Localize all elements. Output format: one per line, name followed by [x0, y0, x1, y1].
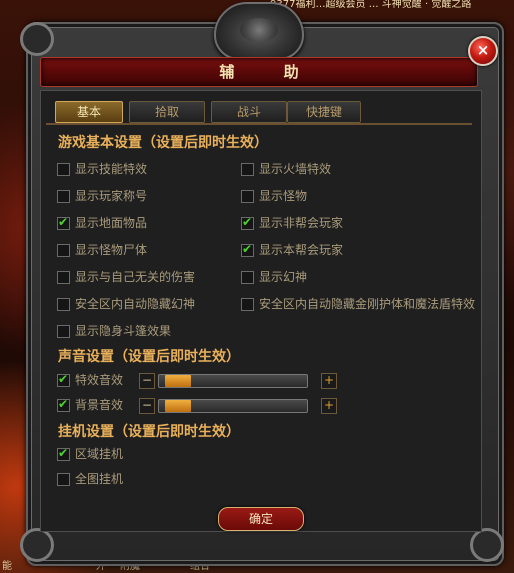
tab-divider — [46, 123, 472, 125]
option-label: 显示隐身斗篷效果 — [75, 324, 172, 338]
hud-label: 能 — [2, 561, 12, 572]
checkbox[interactable] — [241, 271, 254, 284]
tab-basic[interactable]: 基本 — [55, 101, 123, 123]
option-label: 背景音效 — [75, 398, 124, 412]
option-label: 显示怪物 — [259, 189, 308, 203]
checkbox[interactable] — [57, 190, 70, 203]
checkbox[interactable] — [57, 244, 70, 257]
checkbox[interactable] — [57, 271, 70, 284]
dialog-title: 辅 助 — [219, 63, 321, 81]
tab-pickup[interactable]: 拾取 — [129, 101, 205, 123]
sound-settings-title: 声音设置（设置后即时生效） — [58, 349, 240, 365]
option-label: 显示与自己无关的伤害 — [75, 270, 196, 284]
checkbox[interactable] — [241, 298, 254, 311]
slider-thumb[interactable] — [165, 400, 191, 412]
checkbox[interactable] — [57, 397, 70, 412]
volume-increase-button[interactable]: + — [321, 398, 337, 414]
option-label: 安全区内自动隐藏幻神 — [75, 297, 196, 311]
checkbox[interactable] — [57, 372, 70, 387]
option-label: 显示幻神 — [259, 270, 308, 284]
bgm-volume-slider[interactable] — [158, 399, 308, 413]
volume-increase-button[interactable]: + — [321, 373, 337, 389]
volume-decrease-button[interactable]: − — [139, 398, 155, 414]
checkbox[interactable] — [57, 298, 70, 311]
option-label: 显示技能特效 — [75, 162, 148, 176]
close-button[interactable]: × — [468, 36, 498, 66]
checkbox[interactable] — [57, 473, 70, 486]
dialog-title-bar[interactable]: 辅 助 — [40, 57, 478, 87]
frame-ornament — [20, 528, 54, 562]
checkbox[interactable] — [241, 163, 254, 176]
option-label: 显示地面物品 — [75, 216, 148, 230]
basic-settings-title: 游戏基本设置（设置后即时生效） — [58, 135, 268, 151]
option-label: 显示怪物尸体 — [75, 243, 148, 257]
option-label: 显示火墙特效 — [259, 162, 332, 176]
option-label: 显示本帮会玩家 — [259, 243, 344, 257]
confirm-button[interactable]: 确定 — [218, 507, 304, 531]
checkbox[interactable] — [241, 215, 254, 230]
checkbox[interactable] — [57, 446, 70, 461]
effects-volume-row: 特效音效 − + — [57, 371, 347, 389]
idle-settings-title: 挂机设置（设置后即时生效） — [58, 424, 240, 440]
tab-combat[interactable]: 战斗 — [211, 101, 287, 123]
checkbox[interactable] — [57, 325, 70, 338]
volume-decrease-button[interactable]: − — [139, 373, 155, 389]
option-label: 全图挂机 — [75, 472, 124, 486]
dragon-crest-icon — [214, 2, 304, 60]
checkbox[interactable] — [57, 215, 70, 230]
option-label: 显示玩家称号 — [75, 189, 148, 203]
option-label: 显示非帮会玩家 — [259, 216, 344, 230]
bgm-volume-row: 背景音效 − + — [57, 396, 347, 414]
frame-ornament — [20, 22, 54, 56]
top-ticker: 9377福利…超级会员 … 斗神觉醒 · 觉醒之路 — [270, 0, 472, 10]
slider-thumb[interactable] — [165, 375, 191, 387]
checkbox[interactable] — [241, 190, 254, 203]
tab-hotkeys[interactable]: 快捷键 — [287, 101, 361, 123]
frame-ornament — [470, 528, 504, 562]
option-label: 区域挂机 — [75, 447, 124, 461]
checkbox[interactable] — [241, 242, 254, 257]
option-label: 特效音效 — [75, 373, 124, 387]
checkbox[interactable] — [57, 163, 70, 176]
effects-volume-slider[interactable] — [158, 374, 308, 388]
option-label: 安全区内自动隐藏金刚护体和魔法盾特效 — [259, 297, 476, 311]
